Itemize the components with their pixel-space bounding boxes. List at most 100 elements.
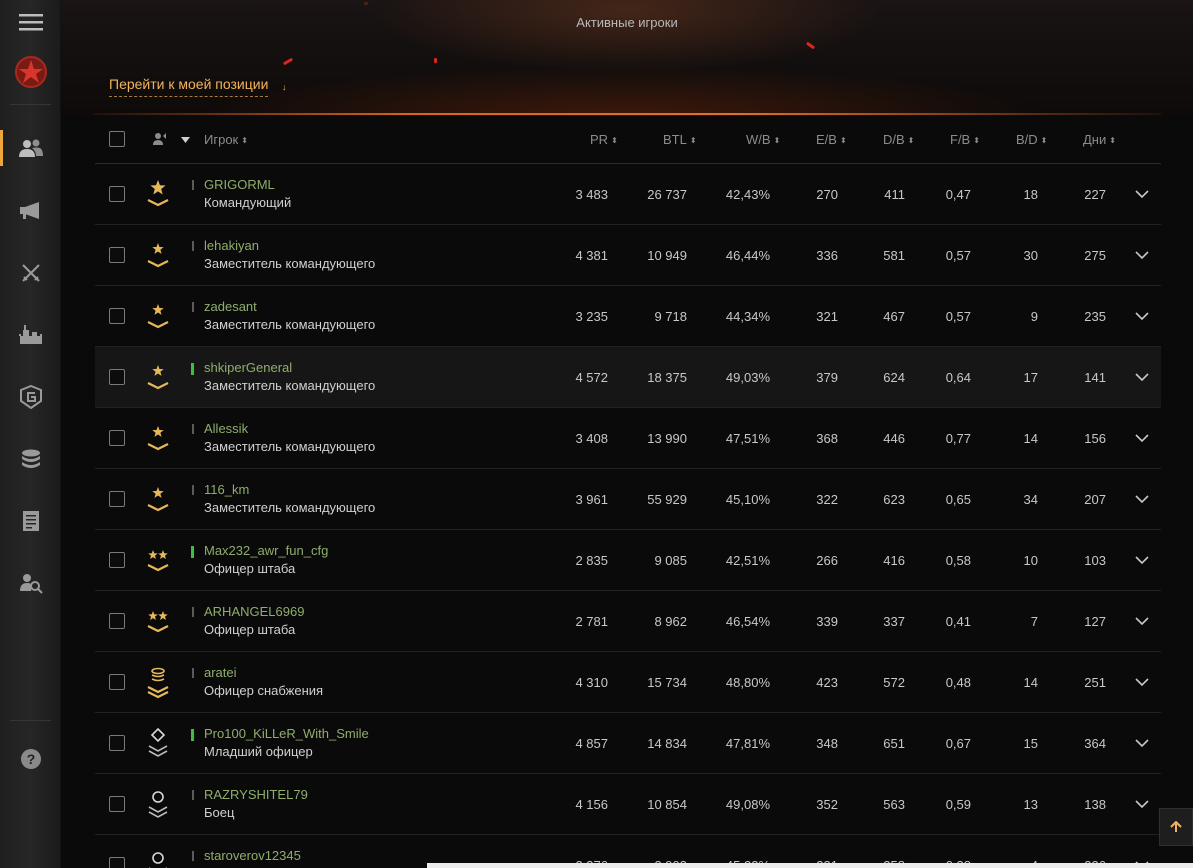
table-row[interactable]: Max232_awr_fun_cfg Офицер штаба 2 835 9 085…: [95, 530, 1161, 591]
cell-db: 623: [883, 492, 905, 507]
player-name-link[interactable]: shkiperGeneral: [204, 360, 292, 375]
table-row[interactable]: zadesant Заместитель командующего 3 235 9 7…: [95, 286, 1161, 347]
table-row[interactable]: RAZRYSHITEL79 Боец 4 156 10 854 49,08% 352 563…: [95, 774, 1161, 835]
expand-row-icon[interactable]: [1135, 249, 1149, 261]
sidebar-item-treasury[interactable]: [0, 429, 61, 489]
player-name-link[interactable]: Allessik: [204, 421, 248, 436]
player-name-link[interactable]: 116_km: [204, 482, 249, 497]
select-all-checkbox[interactable]: [109, 131, 125, 147]
row-select-checkbox[interactable]: [109, 674, 125, 690]
col-bd[interactable]: B/D ⬍: [1016, 132, 1047, 147]
expand-row-icon[interactable]: [1135, 615, 1149, 627]
player-name-link[interactable]: lehakiyan: [204, 238, 259, 253]
col-player[interactable]: Игрок ⬍: [204, 132, 248, 147]
sidebar-item-battles[interactable]: [0, 243, 61, 303]
clan-emblem-icon: [14, 56, 47, 88]
row-select-checkbox[interactable]: [109, 491, 125, 507]
stronghold-icon: [18, 325, 42, 344]
sidebar-item-announcements[interactable]: [0, 181, 61, 241]
goto-my-position-link[interactable]: Перейти к моей позиции: [109, 76, 269, 97]
col-btl[interactable]: BTL ⬍: [663, 132, 697, 147]
row-select-checkbox[interactable]: [109, 613, 125, 629]
expand-row-icon[interactable]: [1135, 371, 1149, 383]
expand-row-icon[interactable]: [1135, 188, 1149, 200]
player-role: Заместитель командующего: [204, 317, 376, 332]
cell-wb: 42,51%: [725, 553, 770, 568]
expand-row-icon[interactable]: [1135, 676, 1149, 688]
cell-btl: 9 718: [654, 309, 687, 324]
expand-row-icon[interactable]: [1135, 554, 1149, 566]
row-select-checkbox[interactable]: [109, 247, 125, 263]
rank-insignia-icon: [147, 550, 169, 572]
sidebar-item-stronghold[interactable]: [0, 305, 61, 365]
row-select-checkbox[interactable]: [109, 552, 125, 568]
player-name-link[interactable]: ARHANGEL6969: [204, 604, 304, 619]
player-role: Командующий: [204, 195, 292, 210]
expand-row-icon[interactable]: [1135, 737, 1149, 749]
menu-button[interactable]: [0, 0, 61, 44]
sidebar-item-recruitment[interactable]: [0, 553, 61, 613]
player-role: Офицер штаба: [204, 622, 296, 637]
row-select-checkbox[interactable]: [109, 735, 125, 751]
cell-btl: 9 085: [654, 553, 687, 568]
player-name-link[interactable]: Max232_awr_fun_cfg: [204, 543, 328, 558]
page-bottom-edge: [427, 863, 1193, 868]
row-select-checkbox[interactable]: [109, 308, 125, 324]
expand-row-icon[interactable]: [1135, 798, 1149, 810]
clan-emblem-button[interactable]: [0, 42, 61, 102]
scroll-to-top-button[interactable]: [1159, 808, 1193, 846]
col-fb[interactable]: F/B ⬍: [950, 132, 980, 147]
player-name-link[interactable]: zadesant: [204, 299, 257, 314]
sidebar-item-players[interactable]: [0, 118, 61, 178]
row-select-checkbox[interactable]: [109, 186, 125, 202]
sidebar-item-global-map[interactable]: [0, 367, 61, 427]
expand-row-icon[interactable]: [1135, 493, 1149, 505]
player-name-link[interactable]: RAZRYSHITEL79: [204, 787, 308, 802]
rank-insignia-icon: [147, 611, 169, 633]
cell-days: 207: [1084, 492, 1106, 507]
player-name-link[interactable]: staroverov12345: [204, 848, 301, 863]
player-name-link[interactable]: aratei: [204, 665, 237, 680]
cell-fb: 0,64: [945, 370, 971, 385]
cell-bd: 34: [1023, 492, 1038, 507]
sort-icon: ⬍: [611, 136, 618, 145]
cell-wb: 45,10%: [725, 492, 770, 507]
table-row[interactable]: Pro100_KiLLeR_With_Smile Младший офицер 4 …: [95, 713, 1161, 774]
offline-indicator: [192, 485, 194, 495]
cell-db: 446: [883, 431, 905, 446]
caret-down-icon[interactable]: [181, 137, 190, 143]
table-row[interactable]: aratei Офицер снабжения 4 310 15 734 48,80% 4…: [95, 652, 1161, 713]
cell-wb: 44,34%: [725, 309, 770, 324]
row-select-checkbox[interactable]: [109, 430, 125, 446]
cell-eb: 266: [816, 553, 838, 568]
row-select-checkbox[interactable]: [109, 369, 125, 385]
col-pr[interactable]: PR ⬍: [590, 132, 618, 147]
col-wb[interactable]: W/B ⬍: [746, 132, 780, 147]
rank-sort-icon[interactable]: [152, 132, 168, 146]
help-button[interactable]: ?: [0, 729, 61, 789]
row-select-checkbox[interactable]: [109, 796, 125, 812]
table-row[interactable]: shkiperGeneral Заместитель командующего 4 …: [95, 347, 1161, 408]
cell-eb: 423: [816, 675, 838, 690]
expand-row-icon[interactable]: [1135, 432, 1149, 444]
menu-icon: [18, 14, 43, 31]
cell-pr: 4 572: [575, 370, 608, 385]
table-row[interactable]: 116_km Заместитель командующего 3 961 55 92…: [95, 469, 1161, 530]
expand-row-icon[interactable]: [1135, 310, 1149, 322]
col-db[interactable]: D/B ⬍: [883, 132, 914, 147]
offline-indicator: [192, 180, 194, 190]
sidebar-item-reports[interactable]: [0, 491, 61, 551]
table-row[interactable]: GRIGORML Командующий 3 483 26 737 42,43% 270 4…: [95, 164, 1161, 225]
cell-days: 138: [1084, 797, 1106, 812]
col-eb[interactable]: E/B ⬍: [816, 132, 847, 147]
cell-fb: 0,57: [945, 248, 971, 263]
table-row[interactable]: Allessik Заместитель командующего 3 408 13 …: [95, 408, 1161, 469]
sidebar: ?: [0, 0, 61, 868]
cell-days: 275: [1084, 248, 1106, 263]
table-row[interactable]: lehakiyan Заместитель командующего 4 381 10…: [95, 225, 1161, 286]
col-days[interactable]: Дни ⬍: [1083, 132, 1116, 147]
table-row[interactable]: ARHANGEL6969 Офицер штаба 2 781 8 962 46,54%…: [95, 591, 1161, 652]
player-name-link[interactable]: Pro100_KiLLeR_With_Smile: [204, 726, 369, 741]
player-name-link[interactable]: GRIGORML: [204, 177, 275, 192]
row-select-checkbox[interactable]: [109, 857, 125, 868]
